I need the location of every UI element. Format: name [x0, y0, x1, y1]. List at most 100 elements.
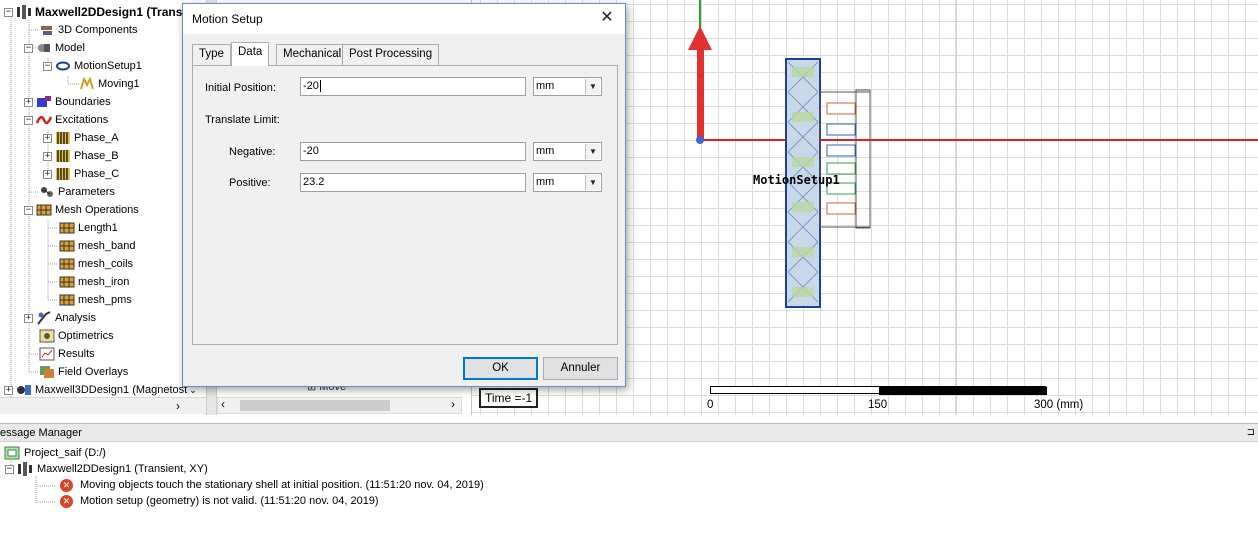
- coil-icon: [56, 150, 70, 162]
- positive-label: Positive:: [229, 177, 271, 189]
- tree-item-maxwell2d-design[interactable]: − Maxwell2DDesign1 (Trans: [4, 3, 182, 21]
- unit-value: mm: [536, 145, 555, 157]
- tree-item-field-overlays[interactable]: Field Overlays: [39, 363, 128, 381]
- tree-horizontal-scrollbar[interactable]: ›: [0, 397, 206, 414]
- pin-icon[interactable]: ⊐: [1247, 424, 1255, 442]
- tree-item-model[interactable]: − Model: [24, 39, 85, 57]
- error-icon: ✕: [60, 494, 73, 508]
- dropdown-arrow-icon[interactable]: ▼: [585, 175, 600, 190]
- object-label: MotionSetup1: [753, 173, 840, 187]
- tree-item-3d-components[interactable]: 3D Components: [39, 21, 138, 39]
- expand-toggle[interactable]: +: [24, 97, 33, 107]
- error-icon: ✕: [60, 478, 73, 492]
- scroll-right-arrow-icon[interactable]: ›: [176, 399, 180, 413]
- tree-item-mesh-pms[interactable]: mesh_pms: [59, 291, 132, 309]
- coil-slot: [826, 123, 856, 136]
- expand-toggle[interactable]: +: [43, 169, 52, 179]
- parameters-icon: [41, 187, 53, 197]
- results-icon: [39, 347, 55, 361]
- origin-marker: [696, 136, 704, 144]
- dialog-title-bar[interactable]: Motion Setup ✕: [183, 4, 625, 34]
- tree-item-optimetrics[interactable]: Optimetrics: [39, 327, 114, 345]
- tree-item-label: Excitations: [55, 114, 109, 126]
- translate-limit-label: Translate Limit:: [205, 114, 280, 126]
- properties-horizontal-scrollbar[interactable]: ‹ ›: [217, 397, 462, 414]
- tree-item-label: Field Overlays: [58, 366, 129, 378]
- expand-toggle[interactable]: +: [43, 151, 52, 161]
- tree-item-label: 3D Components: [58, 24, 138, 36]
- negative-label: Negative:: [229, 146, 276, 158]
- positive-limit-input[interactable]: 23.2: [300, 173, 526, 192]
- data-tab-pane: Initial Position: -20 mm ▼ Translate Lim…: [192, 65, 618, 345]
- collapse-toggle[interactable]: −: [43, 61, 52, 71]
- message-project-row[interactable]: Project_saif (D:/): [4, 445, 106, 461]
- initial-position-input[interactable]: -20: [300, 77, 526, 96]
- dropdown-arrow-icon[interactable]: ▼: [585, 144, 600, 159]
- collapse-toggle[interactable]: −: [5, 464, 14, 474]
- tree-item-label: Results: [58, 348, 95, 360]
- moving-icon: [80, 77, 94, 90]
- scroll-left-arrow-icon[interactable]: ‹: [221, 397, 225, 411]
- tree-item-label: mesh_band: [78, 240, 136, 252]
- expand-toggle[interactable]: +: [43, 133, 52, 143]
- unit-value: mm: [536, 80, 555, 92]
- negative-limit-input[interactable]: -20: [300, 142, 526, 161]
- tree-item-mesh-operations[interactable]: − Mesh Operations: [24, 201, 139, 219]
- tree-item-motionsetup1[interactable]: − MotionSetup1: [43, 57, 142, 75]
- tab-data[interactable]: Data: [231, 42, 270, 66]
- scrollbar-thumb[interactable]: [240, 400, 390, 411]
- scroll-right-arrow-icon[interactable]: ›: [451, 397, 455, 411]
- positive-unit-select[interactable]: mm ▼: [533, 173, 602, 192]
- negative-unit-select[interactable]: mm ▼: [533, 142, 602, 161]
- tab-post-processing[interactable]: Post Processing: [342, 44, 440, 65]
- collapse-toggle[interactable]: −: [24, 205, 33, 215]
- tree-item-mesh-iron[interactable]: mesh_iron: [59, 273, 129, 291]
- coil-slot: [826, 102, 856, 115]
- close-icon[interactable]: ✕: [597, 8, 617, 28]
- dialog-title: Motion Setup: [192, 12, 263, 26]
- 3d-components-icon: [41, 26, 52, 35]
- tree-item-label: Moving1: [98, 78, 140, 90]
- unit-value: mm: [536, 176, 555, 188]
- tree-item-label: Length1: [78, 222, 118, 234]
- tree-item-label: Parameters: [58, 186, 115, 198]
- error-message-row[interactable]: ✕ Motion setup (geometry) is not valid. …: [60, 493, 379, 509]
- tree-item-length1[interactable]: Length1: [59, 219, 118, 237]
- tree-item-boundaries[interactable]: + Boundaries: [24, 93, 111, 111]
- message-design-row[interactable]: − Maxwell2DDesign1 (Transient, XY): [5, 461, 208, 477]
- message-manager-title-bar: essage Manager ⊐: [0, 423, 1258, 442]
- tree-item-phase-c[interactable]: + Phase_C: [43, 165, 119, 183]
- boundaries-icon: [37, 96, 51, 107]
- tree-item-moving1[interactable]: Moving1: [79, 75, 140, 93]
- move-arrow-head: [688, 26, 712, 50]
- cancel-button[interactable]: Annuler: [543, 357, 618, 380]
- error-message-row[interactable]: ✕ Moving objects touch the stationary sh…: [60, 477, 484, 493]
- dropdown-arrow-icon[interactable]: ▼: [585, 79, 600, 94]
- expand-toggle[interactable]: +: [4, 385, 13, 395]
- initial-position-unit-select[interactable]: mm ▼: [533, 77, 602, 96]
- tree-item-analysis[interactable]: + Analysis: [24, 309, 96, 327]
- project-tree: − Maxwell2DDesign1 (Trans 3D Components …: [0, 0, 207, 415]
- tree-item-results[interactable]: Results: [39, 345, 95, 363]
- ok-button[interactable]: OK: [463, 357, 538, 380]
- tree-item-excitations[interactable]: − Excitations: [24, 111, 108, 129]
- tree-item-mesh-coils[interactable]: mesh_coils: [59, 255, 133, 273]
- error-message-text: Moving objects touch the stationary shel…: [80, 479, 484, 491]
- collapse-toggle[interactable]: −: [24, 115, 33, 125]
- message-project-label: Project_saif (D:/): [24, 447, 106, 459]
- tree-item-parameters[interactable]: Parameters: [39, 183, 115, 201]
- design-icon: [17, 5, 31, 19]
- tree-item-phase-b[interactable]: + Phase_B: [43, 147, 119, 165]
- mesh-icon: [59, 222, 75, 234]
- tree-item-label: Phase_A: [74, 132, 119, 144]
- tab-type[interactable]: Type: [192, 44, 231, 65]
- scale-tick-150: 150: [868, 399, 888, 411]
- tree-item-label: Model: [55, 42, 85, 54]
- tree-item-phase-a[interactable]: + Phase_A: [43, 129, 119, 147]
- tab-mechanical[interactable]: Mechanical: [276, 44, 349, 65]
- collapse-toggle[interactable]: −: [24, 43, 33, 53]
- collapse-toggle[interactable]: −: [4, 7, 13, 17]
- expand-toggle[interactable]: +: [24, 313, 33, 323]
- tree-item-mesh-band[interactable]: mesh_band: [59, 237, 136, 255]
- optimetrics-icon: [39, 329, 55, 343]
